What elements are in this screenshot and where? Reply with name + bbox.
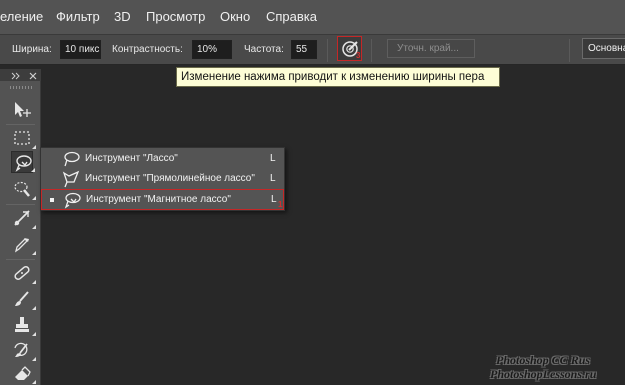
width-label: Ширина: xyxy=(12,44,52,55)
clone-stamp-tool[interactable] xyxy=(11,314,36,336)
frequency-input[interactable]: 55 xyxy=(291,40,317,59)
move-tool[interactable] xyxy=(11,99,33,121)
flyout-item-label: Инструмент "Магнитное лассо" xyxy=(86,194,231,205)
flyout-item-label: Инструмент "Прямолинейное лассо" xyxy=(85,173,255,184)
stamp-icon xyxy=(15,317,29,332)
eyedropper-tool[interactable] xyxy=(11,233,36,255)
lasso-icon xyxy=(64,151,80,167)
shortcut-key: L xyxy=(270,153,276,164)
move-icon xyxy=(15,102,31,117)
tool-separator xyxy=(6,204,35,205)
more-tools-indicator xyxy=(32,225,36,229)
frequency-label: Частота: xyxy=(244,44,284,55)
contrast-input[interactable]: 10% xyxy=(192,40,232,59)
menu-item-view[interactable]: Просмотр xyxy=(146,9,205,24)
more-tools-indicator xyxy=(32,380,36,384)
more-tools-indicator xyxy=(31,168,35,172)
eraser-tool[interactable] xyxy=(11,362,36,384)
separator xyxy=(371,39,372,62)
menu-item-filter[interactable]: Фильтр xyxy=(56,9,100,24)
eraser-icon xyxy=(15,366,31,380)
selected-indicator xyxy=(50,198,54,202)
workspace-switcher[interactable]: Основна xyxy=(582,38,625,59)
separator xyxy=(327,39,328,62)
more-tools-indicator xyxy=(32,332,36,336)
more-tools-indicator xyxy=(32,251,36,255)
tool-separator xyxy=(6,259,35,260)
marquee-tool[interactable] xyxy=(11,127,36,149)
options-bar: Ширина: 10 пикс Контрастность: 10% Часто… xyxy=(0,34,625,65)
separator xyxy=(569,39,570,62)
more-tools-indicator xyxy=(32,306,36,310)
more-tools-indicator xyxy=(32,357,36,361)
flyout-item-lasso[interactable]: Инструмент "Лассо" L xyxy=(41,149,284,169)
panel-header xyxy=(0,69,41,81)
healing-brush-tool[interactable] xyxy=(11,262,36,284)
magnetic-lasso-icon xyxy=(15,155,32,172)
panel-collapse-icon[interactable] xyxy=(0,70,41,82)
flyout-item-polygonal-lasso[interactable]: Инструмент "Прямолинейное лассо" L xyxy=(41,169,284,189)
shortcut-key: L xyxy=(270,173,276,184)
watermark-line1: Photoshop CC Rus xyxy=(496,353,591,367)
annotation-number: 3 xyxy=(356,51,361,60)
annotation-number: 1 xyxy=(278,200,283,209)
menu-item-window[interactable]: Окно xyxy=(220,9,250,24)
brush-icon xyxy=(15,291,29,306)
brush-tool[interactable] xyxy=(11,288,36,310)
contrast-label: Контрастность: xyxy=(112,44,183,55)
tool-separator xyxy=(6,124,35,125)
tools-panel xyxy=(0,69,41,385)
pen-pressure-button[interactable]: 3 xyxy=(337,36,362,61)
flyout-item-magnetic-lasso[interactable]: Инструмент "Магнитное лассо" L 1 xyxy=(41,189,284,210)
crop-tool[interactable] xyxy=(11,207,36,229)
watermark-line2: PhotoshopLessons.ru xyxy=(490,367,597,381)
flyout-item-label: Инструмент "Лассо" xyxy=(85,153,178,164)
more-tools-indicator xyxy=(32,280,36,284)
menu-item-help[interactable]: Справка xyxy=(266,9,317,24)
tooltip: Изменение нажима приводит к изменению ши… xyxy=(176,67,500,87)
magnetic-lasso-icon xyxy=(64,192,81,209)
menu-item-image[interactable]: еление xyxy=(0,9,43,24)
crop-icon xyxy=(14,210,30,226)
menu-item-3d[interactable]: 3D xyxy=(114,9,131,24)
lasso-tools-flyout: Инструмент "Лассо" L Инструмент "Прямоли… xyxy=(40,147,285,211)
rectangle-marquee-icon xyxy=(14,131,30,145)
width-input[interactable]: 10 пикс xyxy=(60,40,101,59)
shortcut-key: L xyxy=(271,194,277,205)
more-tools-indicator xyxy=(32,196,36,200)
bandage-icon xyxy=(14,266,30,280)
more-tools-indicator xyxy=(32,145,36,149)
history-brush-icon xyxy=(14,342,28,357)
quick-selection-icon xyxy=(14,181,30,197)
lasso-tool[interactable] xyxy=(11,151,35,173)
polygonal-lasso-icon xyxy=(62,170,80,188)
history-brush-tool[interactable] xyxy=(11,339,36,361)
refine-edge-button[interactable]: Уточн. край... xyxy=(387,39,475,58)
quick-selection-tool[interactable] xyxy=(11,178,36,200)
panel-grip[interactable] xyxy=(10,86,32,89)
menu-bar: еление Фильтр 3D Просмотр Окно Справка xyxy=(0,0,625,34)
eyedropper-icon xyxy=(14,238,29,253)
